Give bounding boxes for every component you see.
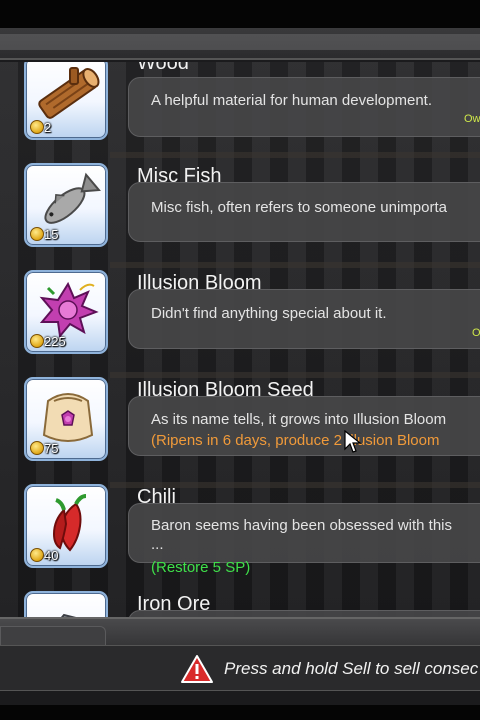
bottom-black-bar (0, 705, 480, 720)
header-strip-inner (0, 34, 480, 50)
wood-log-icon (38, 67, 100, 119)
item-tile[interactable]: 225 (24, 270, 108, 354)
list-item[interactable]: 15 Misc Fish Misc fish, often refers to … (0, 137, 480, 247)
list-item[interactable]: 75 Illusion Bloom Seed As its name tells… (0, 351, 480, 461)
list-item[interactable]: 225 Illusion Bloom Didn't find anything … (0, 244, 480, 354)
illusion-bloom-flower-icon (39, 281, 99, 339)
owned-count: Ow (464, 113, 480, 125)
list-item[interactable]: 2 Wood A helpful material for human deve… (0, 62, 480, 140)
item-description: Baron seems having been obsessed with th… (151, 517, 453, 534)
item-tile[interactable]: 15 (24, 163, 108, 247)
chili-pepper-icon (52, 494, 87, 552)
item-tile[interactable]: 2 (24, 62, 108, 140)
warning-icon (181, 655, 213, 683)
coin-icon (30, 227, 44, 241)
coin-icon (30, 548, 44, 562)
item-tile[interactable]: 75 (24, 377, 108, 461)
list-item[interactable]: 40 Chili Baron seems having been obsesse… (0, 458, 480, 576)
coin-icon (30, 441, 44, 455)
item-price: 75 (44, 441, 59, 456)
coin-icon (30, 120, 44, 134)
mouse-cursor-icon (344, 430, 362, 453)
item-description: Misc fish, often refers to someone unimp… (151, 199, 447, 216)
item-price: 40 (44, 548, 59, 563)
item-description: Didn't find anything special about it. (151, 305, 387, 322)
list-item[interactable]: Iron Ore (0, 565, 480, 617)
iron-ore-icon (60, 613, 77, 617)
coin-icon (30, 334, 44, 348)
seed-bag-icon (42, 393, 94, 442)
item-effect-text: (Ripens in 6 days, produce 2 Illusion Bl… (151, 432, 440, 449)
item-list[interactable]: 2 Wood A helpful material for human deve… (0, 62, 480, 617)
item-description-continuation: ... (151, 536, 164, 553)
item-tile[interactable]: 40 (24, 484, 108, 568)
owned-count: O (472, 327, 480, 339)
top-black-bar (0, 0, 480, 28)
item-price: 225 (44, 334, 66, 349)
item-description: A helpful material for human development… (151, 92, 432, 109)
item-price: 15 (44, 227, 59, 242)
item-description-panel (128, 610, 480, 617)
item-price: 2 (44, 120, 52, 135)
item-tile[interactable] (24, 591, 108, 617)
sell-hint-text: Press and hold Sell to sell consec (224, 659, 479, 678)
item-description: As its name tells, it grows into Illusio… (151, 411, 447, 428)
item-name: Wood (137, 62, 189, 74)
fish-icon (44, 172, 101, 224)
